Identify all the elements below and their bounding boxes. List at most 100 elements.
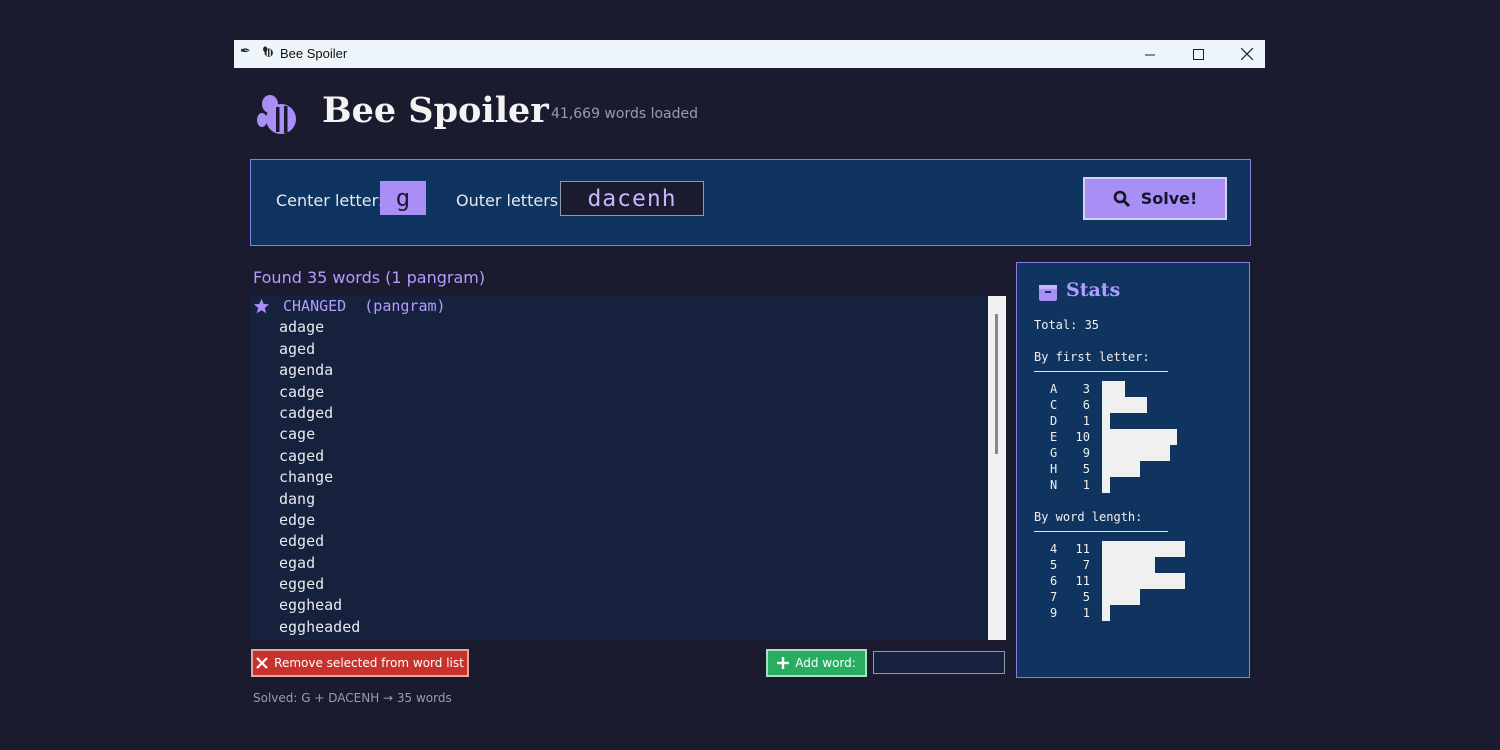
close-icon — [1241, 48, 1253, 60]
stats-panel: Stats Total: 35 By first letter: A 3 C 6 D 1 E… — [1016, 262, 1250, 678]
word-row[interactable]: edge — [250, 510, 988, 531]
stat-key: C — [1050, 398, 1058, 412]
word-text: edge — [279, 510, 316, 529]
word-row[interactable]: cadge — [250, 382, 988, 403]
word-row[interactable]: change — [250, 467, 988, 488]
magnifier-icon — [1113, 190, 1130, 207]
stat-count: 5 — [1082, 590, 1090, 604]
box-icon — [1039, 285, 1057, 301]
word-text: eggheaded — [279, 617, 361, 636]
word-text: agenda — [279, 361, 334, 380]
solve-button[interactable]: Solve! — [1083, 177, 1227, 220]
title-bar: ✒ Bee Spoiler — [234, 40, 1265, 68]
stat-key: 5 — [1050, 558, 1058, 572]
stat-bar — [1102, 445, 1170, 461]
stat-bar — [1102, 477, 1110, 493]
add-button-label: Add word: — [795, 656, 856, 670]
word-row[interactable]: eggheaded — [250, 617, 988, 638]
remove-button-label: Remove selected from word list — [274, 656, 464, 670]
stat-count: 1 — [1082, 606, 1090, 620]
word-row[interactable]: egghead — [250, 595, 988, 616]
word-row[interactable]: cage — [250, 424, 988, 445]
minimize-button[interactable] — [1127, 40, 1173, 68]
word-text: edged — [279, 532, 325, 551]
word-row[interactable]: aged — [250, 339, 988, 360]
word-text: dang — [279, 489, 316, 508]
stat-key: D — [1050, 414, 1058, 428]
stat-bar — [1102, 397, 1147, 413]
stat-key: G — [1050, 446, 1058, 460]
center-letter-input[interactable]: g — [380, 181, 426, 215]
word-row[interactable]: egged — [250, 574, 988, 595]
stat-key: H — [1050, 462, 1058, 476]
word-text: CHANGED (pangram) — [283, 297, 446, 315]
stat-key: N — [1050, 478, 1058, 492]
add-word-input[interactable] — [873, 651, 1005, 674]
stat-count: 11 — [1075, 574, 1090, 588]
word-row[interactable]: agenda — [250, 360, 988, 381]
word-text: egged — [279, 575, 325, 594]
bee-small-icon — [263, 46, 273, 57]
word-text: aged — [279, 339, 316, 358]
center-letter-label: Center letter: — [276, 191, 384, 210]
letters-input-panel: Center letter: g Outer letters: dacenh S… — [250, 159, 1251, 246]
stat-count: 6 — [1082, 398, 1090, 412]
stat-bar — [1102, 605, 1110, 621]
word-row[interactable]: dang — [250, 489, 988, 510]
word-text: adage — [279, 318, 325, 337]
stat-key: E — [1050, 430, 1058, 444]
stat-count: 10 — [1075, 430, 1090, 444]
stat-count: 7 — [1082, 558, 1090, 572]
stat-bar — [1102, 589, 1140, 605]
stat-key: A — [1050, 382, 1058, 396]
word-row[interactable]: adage — [250, 317, 988, 338]
stat-count: 1 — [1082, 414, 1090, 428]
word-row[interactable]: cadged — [250, 403, 988, 424]
stat-count: 5 — [1082, 462, 1090, 476]
divider — [1034, 531, 1168, 532]
stat-key: 9 — [1050, 606, 1058, 620]
feather-icon: ✒ — [240, 44, 251, 59]
outer-letters-input[interactable]: dacenh — [560, 181, 704, 216]
word-row[interactable]: caged — [250, 446, 988, 467]
stats-total: Total: 35 — [1034, 318, 1100, 332]
scrollbar-thumb[interactable] — [995, 314, 998, 454]
stat-key: 4 — [1050, 542, 1058, 556]
add-word-button[interactable]: Add word: — [766, 649, 867, 677]
found-summary: Found 35 words (1 pangram) — [253, 268, 486, 287]
by-length-label: By word length: — [1034, 510, 1143, 524]
stat-key: 7 — [1050, 590, 1058, 604]
maximize-button[interactable] — [1175, 40, 1221, 68]
word-text: cadged — [279, 403, 334, 422]
stat-count: 1 — [1082, 478, 1090, 492]
stat-bar — [1102, 429, 1177, 445]
app-window: ✒ Bee Spoiler Bee Spoiler 41,669 words l… — [234, 40, 1265, 740]
star-icon — [253, 298, 270, 314]
stat-bar — [1102, 541, 1185, 557]
close-x-icon — [256, 657, 268, 669]
divider — [1034, 371, 1168, 372]
stat-count: 9 — [1082, 446, 1090, 460]
stats-title: Stats — [1066, 279, 1121, 301]
word-text: cadge — [279, 382, 325, 401]
by-first-letter-label: By first letter: — [1034, 350, 1150, 364]
word-text: egad — [279, 553, 316, 572]
plus-icon — [777, 657, 790, 669]
stat-bar — [1102, 461, 1140, 477]
stat-bar — [1102, 573, 1185, 589]
word-row[interactable]: egad — [250, 553, 988, 574]
app-title: Bee Spoiler — [322, 90, 549, 131]
close-window-button[interactable] — [1224, 40, 1270, 68]
word-row[interactable]: edged — [250, 531, 988, 552]
stat-bar — [1102, 413, 1110, 429]
minimize-icon — [1144, 54, 1155, 55]
status-bar: Solved: G + DACENH → 35 words — [253, 691, 452, 705]
maximize-icon — [1192, 48, 1204, 60]
solve-button-label: Solve! — [1140, 189, 1198, 208]
pangram-row[interactable]: CHANGED (pangram) — [250, 296, 988, 317]
word-text: egghead — [279, 596, 343, 615]
word-list[interactable]: CHANGED (pangram) adage aged agenda cadge cad… — [250, 296, 1006, 640]
words-loaded-label: 41,669 words loaded — [551, 106, 699, 122]
bee-logo-icon — [257, 95, 296, 134]
remove-selected-button[interactable]: Remove selected from word list — [251, 649, 469, 677]
